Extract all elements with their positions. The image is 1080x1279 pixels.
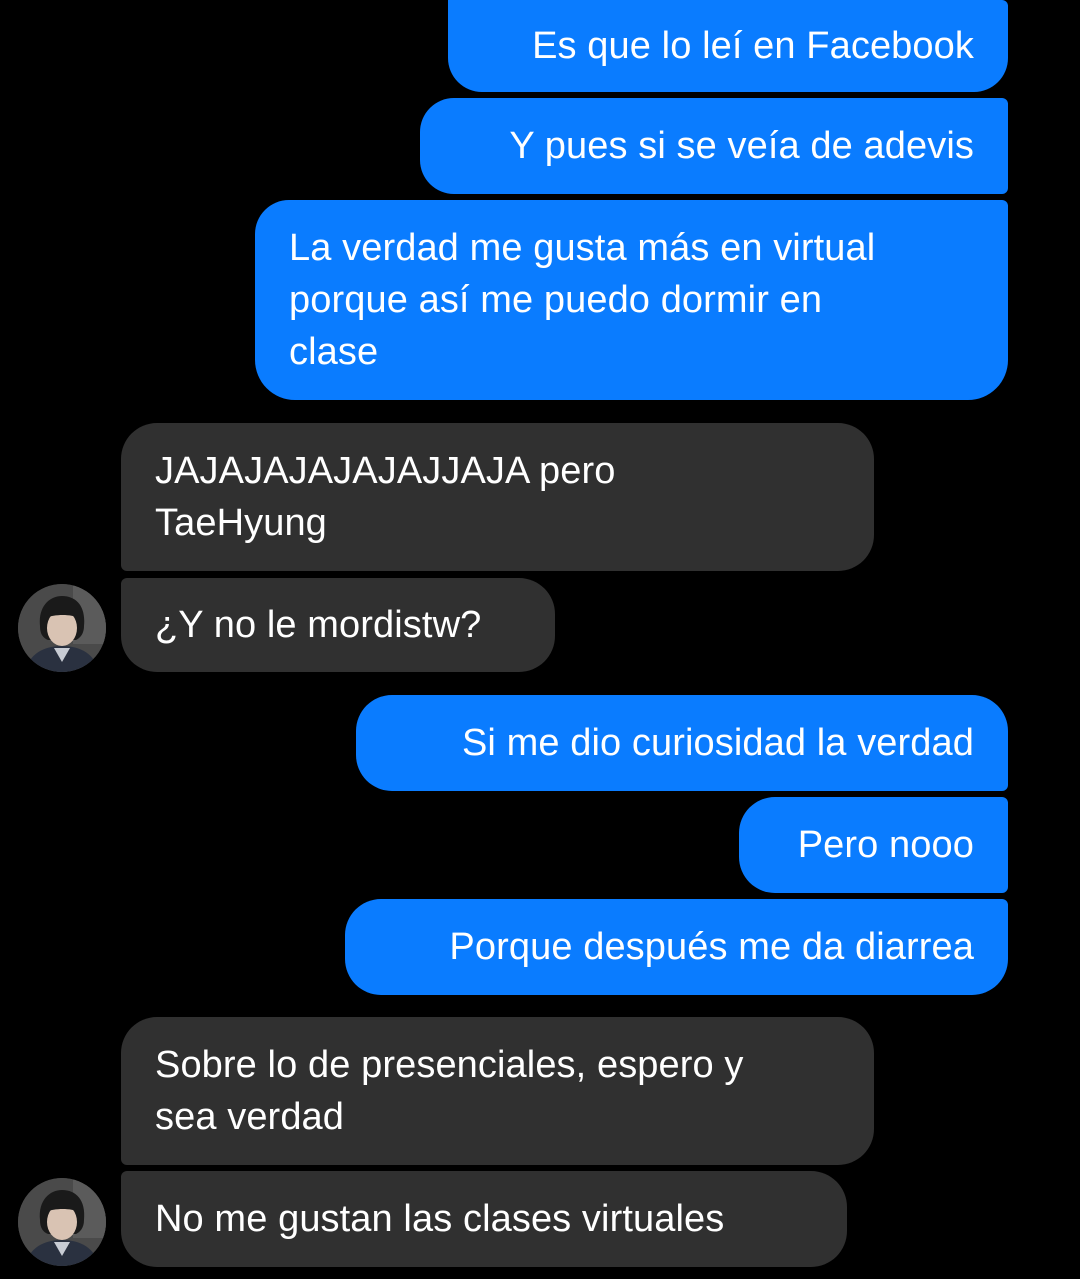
message-bubble-incoming[interactable]: Sobre lo de presenciales, espero y sea v… [121, 1017, 874, 1165]
message-bubble-outgoing[interactable]: Si me dio curiosidad la verdad [356, 695, 1008, 791]
message-bubble-outgoing[interactable]: Porque después me da diarrea [345, 899, 1008, 995]
avatar-photo [18, 1178, 106, 1266]
message-bubble-incoming[interactable]: No me gustan las clases virtuales [121, 1171, 847, 1267]
contact-avatar[interactable] [18, 1178, 106, 1266]
avatar-photo [18, 584, 106, 672]
message-bubble-outgoing[interactable]: Es que lo leí en Facebook [448, 0, 1008, 92]
contact-avatar[interactable] [18, 584, 106, 672]
message-bubble-incoming[interactable]: ¿Y no le mordistw? [121, 578, 555, 672]
message-bubble-incoming[interactable]: JAJAJAJAJAJAJJAJA pero TaeHyung [121, 423, 874, 571]
message-bubble-outgoing[interactable]: Pero nooo [739, 797, 1008, 893]
message-bubble-outgoing[interactable]: Y pues si se veía de adevis [420, 98, 1008, 194]
message-bubble-outgoing[interactable]: La verdad me gusta más en virtual porque… [255, 200, 1008, 400]
